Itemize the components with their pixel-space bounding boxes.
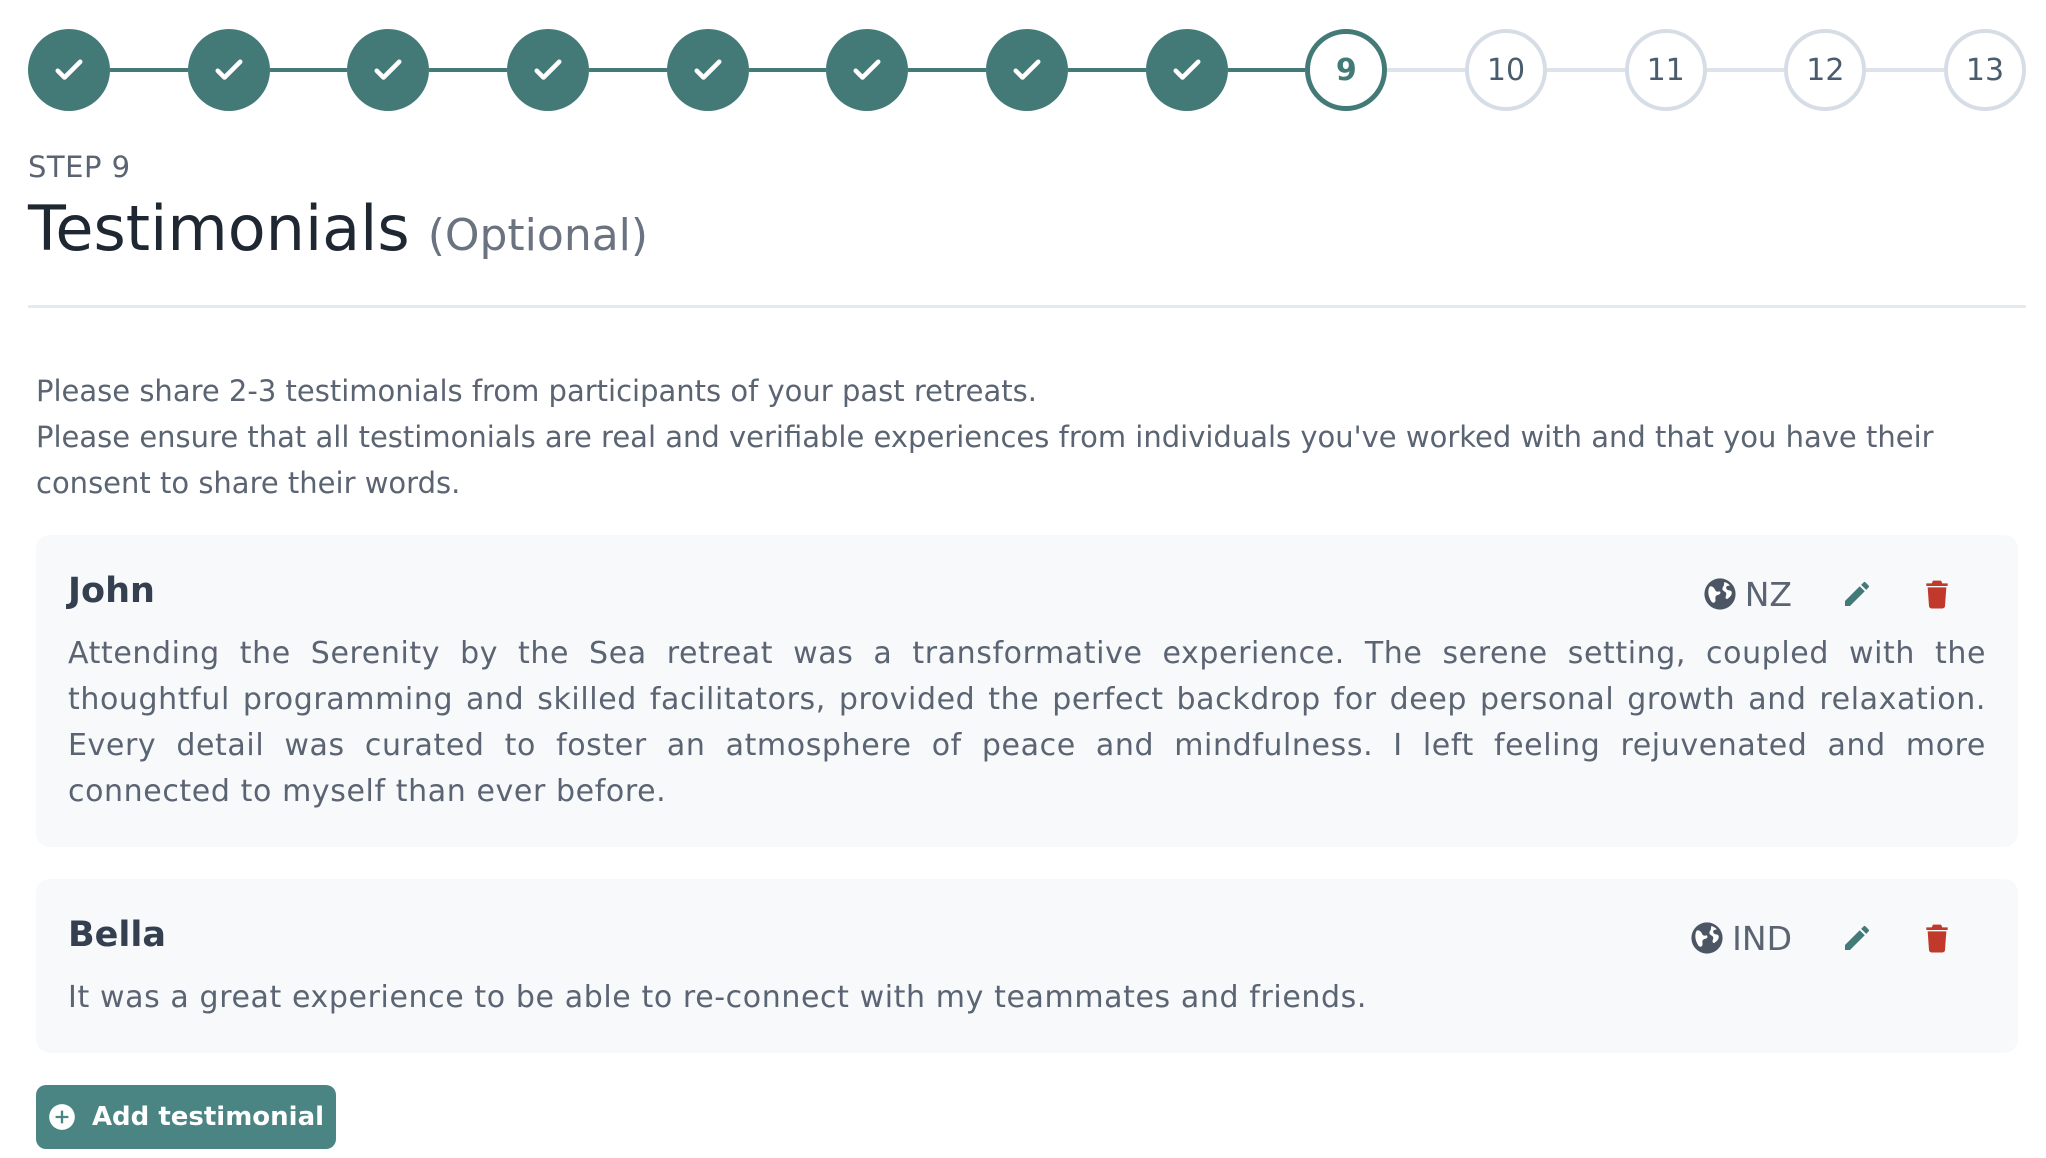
pencil-icon xyxy=(1845,925,1870,950)
step-kicker: STEP 9 xyxy=(28,150,131,184)
step-number: 13 xyxy=(1965,52,2005,88)
stepper-connector xyxy=(1547,68,1625,72)
testimonial-country: NZ xyxy=(1703,575,1792,614)
testimonial-country: IND xyxy=(1690,919,1792,958)
delete-testimonial-button[interactable] xyxy=(1914,915,1960,961)
page-title-text: Testimonials xyxy=(28,192,410,265)
check-icon xyxy=(853,59,881,80)
testimonial-text: Attending the Serenity by the Sea retrea… xyxy=(68,636,1986,809)
stepper-connector xyxy=(908,68,986,72)
edit-testimonial-button[interactable] xyxy=(1834,915,1880,961)
intro-line-2: Please ensure that all testimonials are … xyxy=(36,420,1934,500)
stepper-connector xyxy=(1227,68,1306,72)
stepper-connector xyxy=(748,68,827,72)
stepper-connector xyxy=(589,68,667,72)
check-icon xyxy=(1173,59,1201,80)
step-number: 9 xyxy=(1335,52,1357,88)
check-icon xyxy=(534,59,562,80)
page-title: Testimonials (Optional) xyxy=(28,192,648,265)
step-3[interactable] xyxy=(347,29,430,111)
stepper-connector xyxy=(429,68,507,72)
header-divider xyxy=(28,305,2026,308)
step-9[interactable]: 9 xyxy=(1305,29,1388,111)
trash-icon xyxy=(1926,580,1948,609)
delete-testimonial-button[interactable] xyxy=(1914,571,1960,617)
stepper-connector xyxy=(1866,68,1944,72)
testimonial-name: Bella xyxy=(68,915,167,955)
plus-circle-icon xyxy=(49,1104,75,1130)
country-code: IND xyxy=(1732,918,1792,958)
step-number: 10 xyxy=(1486,52,1526,88)
stepper-connector xyxy=(269,68,348,72)
pencil-icon xyxy=(1845,581,1870,606)
check-icon xyxy=(694,59,722,80)
testimonial-actions: IND xyxy=(1690,915,1960,961)
testimonial-card: Bella IND It was a great experience to b… xyxy=(36,879,2018,1053)
stepper-connector xyxy=(110,68,188,72)
step-11[interactable]: 11 xyxy=(1624,29,1707,111)
step-number: 12 xyxy=(1806,52,1845,88)
progress-stepper: 9 10 11 12 13 xyxy=(28,29,2026,111)
step-1[interactable] xyxy=(28,29,110,111)
intro-text: Please share 2-3 testimonials from parti… xyxy=(36,368,2016,506)
step-13[interactable]: 13 xyxy=(1944,29,2026,111)
step-8[interactable] xyxy=(1145,29,1228,111)
check-icon xyxy=(1013,59,1041,80)
globe-icon xyxy=(1691,922,1723,954)
edit-testimonial-button[interactable] xyxy=(1834,571,1880,617)
testimonial-card: John NZ Attending the Serenity by the Se… xyxy=(36,535,2018,847)
trash-icon xyxy=(1926,924,1948,953)
intro-line-1: Please share 2-3 testimonials from parti… xyxy=(36,374,1037,408)
step-number: 11 xyxy=(1646,52,1685,88)
testimonial-actions: NZ xyxy=(1703,571,1960,617)
optional-label: (Optional) xyxy=(427,210,649,261)
step-7[interactable] xyxy=(986,29,1068,111)
add-testimonial-button[interactable]: Add testimonial xyxy=(36,1085,336,1149)
step-12[interactable]: 12 xyxy=(1784,29,1867,111)
stepper-connector xyxy=(1706,68,1785,72)
globe-icon xyxy=(1704,578,1736,610)
step-6[interactable] xyxy=(826,29,909,111)
check-icon xyxy=(55,59,83,80)
check-icon xyxy=(374,59,402,80)
stepper-connector xyxy=(1387,68,1465,72)
step-2[interactable] xyxy=(187,29,270,111)
stepper-connector xyxy=(1068,68,1146,72)
add-testimonial-label: Add testimonial xyxy=(91,1102,325,1132)
country-code: NZ xyxy=(1744,574,1792,614)
testimonial-name: John xyxy=(68,571,155,611)
check-icon xyxy=(215,59,243,80)
testimonial-text: It was a great experience to be able to … xyxy=(68,980,1368,1015)
step-4[interactable] xyxy=(507,29,589,111)
step-10[interactable]: 10 xyxy=(1465,29,1547,111)
step-5[interactable] xyxy=(666,29,749,111)
